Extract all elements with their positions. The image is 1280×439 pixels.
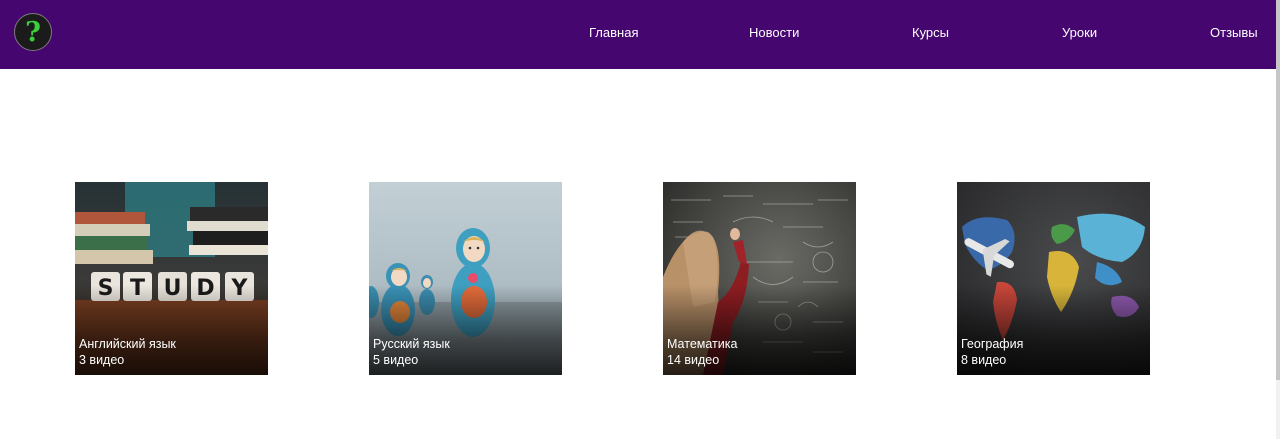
course-title: Английский язык	[79, 337, 176, 351]
course-card-math[interactable]: Математика 14 видео	[663, 182, 856, 375]
nav-link-lessons[interactable]: Уроки	[1062, 25, 1097, 41]
question-mark-icon: ?	[25, 16, 41, 48]
course-video-count: 5 видео	[373, 353, 419, 367]
nav-link-news[interactable]: Новости	[749, 25, 799, 41]
logo-button[interactable]: ?	[14, 13, 52, 51]
top-navbar: ? Главная Новости Курсы Уроки Отзывы	[0, 0, 1276, 69]
course-card-russian[interactable]: Русский язык 5 видео	[369, 182, 562, 375]
course-video-count: 8 видео	[961, 353, 1007, 367]
page-scrollbar[interactable]	[1276, 0, 1280, 439]
course-title: Русский язык	[373, 337, 450, 351]
course-video-count: 14 видео	[667, 353, 720, 367]
nav-link-courses[interactable]: Курсы	[912, 25, 949, 41]
course-card-geography[interactable]: География 8 видео	[957, 182, 1150, 375]
course-video-count: 3 видео	[79, 353, 125, 367]
course-card-english[interactable]: S T U D Y Английский язык 3 видео	[75, 182, 268, 375]
scrollbar-thumb[interactable]	[1276, 0, 1280, 380]
nav-link-home[interactable]: Главная	[589, 25, 638, 41]
course-title: Математика	[667, 337, 738, 351]
course-title: География	[961, 337, 1024, 351]
nav-link-reviews[interactable]: Отзывы	[1210, 25, 1258, 41]
